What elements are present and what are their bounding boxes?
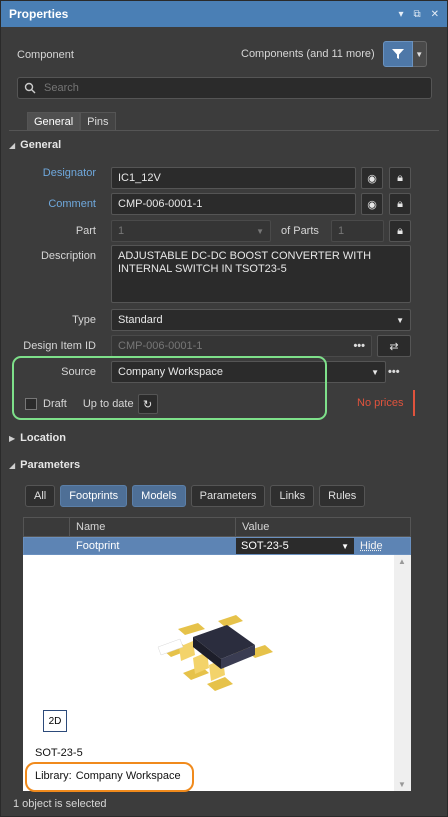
type-value: Standard — [118, 314, 163, 326]
chevron-down-icon: ▼ — [256, 226, 264, 236]
lock-icon[interactable]: 🔒︎ — [389, 167, 411, 189]
type-select[interactable]: Standard ▼ — [111, 309, 411, 331]
parameter-filter-buttons: All Footprints Models Parameters Links R… — [25, 485, 370, 507]
general-section-label: General — [20, 139, 62, 151]
grid-header-blank — [24, 518, 70, 536]
triangle-down-icon: ◢ — [9, 140, 16, 150]
triangle-right-icon: ▶ — [9, 433, 16, 443]
of-parts-label: of Parts — [281, 225, 319, 237]
scroll-down-icon[interactable]: ▼ — [398, 780, 406, 789]
title-bar[interactable]: Properties ▾ ⧉ ✕ — [1, 1, 447, 27]
description-row: Description — [1, 250, 96, 262]
component-label: Component — [17, 49, 74, 61]
tab-divider — [9, 130, 439, 131]
filter-all-button[interactable]: All — [25, 485, 56, 507]
filter-parameters-button[interactable]: Parameters — [190, 485, 266, 507]
comment-row: Comment — [1, 198, 96, 210]
filter-rules-button[interactable]: Rules — [319, 485, 366, 507]
highlight-library-box — [25, 762, 194, 792]
general-section-header[interactable]: ◢ General — [9, 139, 61, 151]
designator-label[interactable]: Designator — [1, 167, 96, 179]
preview-scrollbar[interactable]: ▲ ▼ — [394, 555, 411, 791]
design-item-value: CMP-006-0001-1 — [118, 340, 203, 352]
location-section-header[interactable]: ▶ Location — [9, 432, 66, 444]
pin-icon[interactable]: ▾ — [398, 9, 403, 20]
designator-field[interactable]: IC1_12V — [111, 167, 356, 189]
status-bar-text: 1 object is selected — [13, 798, 107, 810]
type-label: Type — [72, 314, 96, 326]
filter-button[interactable] — [382, 41, 413, 67]
lock-icon[interactable]: 🔒︎ — [389, 193, 411, 215]
parameters-section-label: Parameters — [20, 459, 81, 471]
search-input[interactable] — [44, 82, 414, 94]
row-value: SOT-23-5 — [241, 540, 289, 552]
row-gutter — [24, 538, 70, 554]
more-icon[interactable]: ••• — [353, 340, 365, 352]
more-icon[interactable]: ••• — [388, 366, 400, 378]
eye-icon[interactable]: ◉ — [361, 167, 383, 189]
footprint-preview[interactable]: 2D SOT-23-5 Library: Company Workspace — [23, 555, 411, 791]
filter-icon — [391, 49, 404, 59]
column-name-header[interactable]: Name — [70, 518, 236, 536]
tab-bar: General Pins — [27, 112, 116, 130]
footprint-value-select[interactable]: SOT-23-5 ▼ — [236, 538, 354, 554]
part-select[interactable]: 1 ▼ — [111, 220, 271, 242]
properties-panel: Properties ▾ ⧉ ✕ Component Components (a… — [0, 0, 448, 817]
maximize-icon[interactable]: ⧉ — [413, 9, 420, 20]
comment-field[interactable]: CMP-006-0001-1 — [111, 193, 356, 215]
parameters-grid-header: Name Value — [23, 517, 411, 537]
tab-pins[interactable]: Pins — [80, 112, 116, 130]
view-mode-toggle[interactable]: 2D — [43, 710, 67, 732]
scroll-up-icon[interactable]: ▲ — [398, 557, 406, 566]
column-value-header[interactable]: Value — [236, 521, 269, 533]
design-item-row: Design Item ID — [1, 340, 96, 352]
chevron-down-icon: ▼ — [371, 367, 379, 377]
location-section-label: Location — [20, 432, 66, 444]
chevron-down-icon: ▼ — [415, 49, 424, 59]
lock-icon[interactable]: 🔒︎ — [389, 220, 411, 242]
row-name: Footprint — [76, 540, 120, 552]
footprint-name-label: SOT-23-5 — [35, 747, 83, 759]
highlight-source-box — [12, 356, 327, 420]
chevron-down-icon: ▼ — [341, 541, 349, 551]
filter-links-button[interactable]: Links — [270, 485, 315, 507]
price-status-bar — [413, 390, 415, 416]
table-row[interactable]: Footprint SOT-23-5 ▼ Hide — [23, 537, 411, 555]
filter-group: Components (and 11 more) ▼ — [241, 41, 427, 67]
search-box[interactable] — [17, 77, 432, 99]
designator-row: Designator — [1, 167, 96, 179]
panel-title: Properties — [9, 7, 69, 21]
design-item-label: Design Item ID — [23, 340, 96, 352]
comment-label[interactable]: Comment — [1, 198, 96, 210]
search-icon — [24, 82, 36, 94]
tab-general[interactable]: General — [27, 112, 81, 130]
filter-label: Components (and 11 more) — [241, 48, 375, 60]
close-icon[interactable]: ✕ — [431, 9, 439, 20]
triangle-down-icon: ◢ — [9, 460, 16, 470]
description-field[interactable]: ADJUSTABLE DC-DC BOOST CONVERTER WITH IN… — [111, 245, 411, 303]
no-prices-label: No prices — [357, 397, 404, 409]
chevron-down-icon: ▼ — [396, 315, 404, 325]
type-row: Type — [1, 314, 96, 326]
eye-icon[interactable]: ◉ — [361, 193, 383, 215]
part-label: Part — [75, 225, 96, 237]
parameters-section-header[interactable]: ◢ Parameters — [9, 459, 80, 471]
filter-models-button[interactable]: Models — [132, 485, 186, 507]
description-label: Description — [40, 250, 96, 262]
filter-dropdown-button[interactable]: ▼ — [412, 41, 427, 67]
part-value: 1 — [118, 225, 125, 237]
of-parts-field: 1 — [331, 220, 384, 242]
part-row: Part — [1, 225, 96, 237]
swap-icon[interactable]: ⇄ — [377, 335, 411, 357]
design-item-field: CMP-006-0001-1 ••• — [111, 335, 372, 357]
filter-footprints-button[interactable]: Footprints — [60, 485, 128, 507]
hide-link[interactable]: Hide — [360, 540, 383, 552]
